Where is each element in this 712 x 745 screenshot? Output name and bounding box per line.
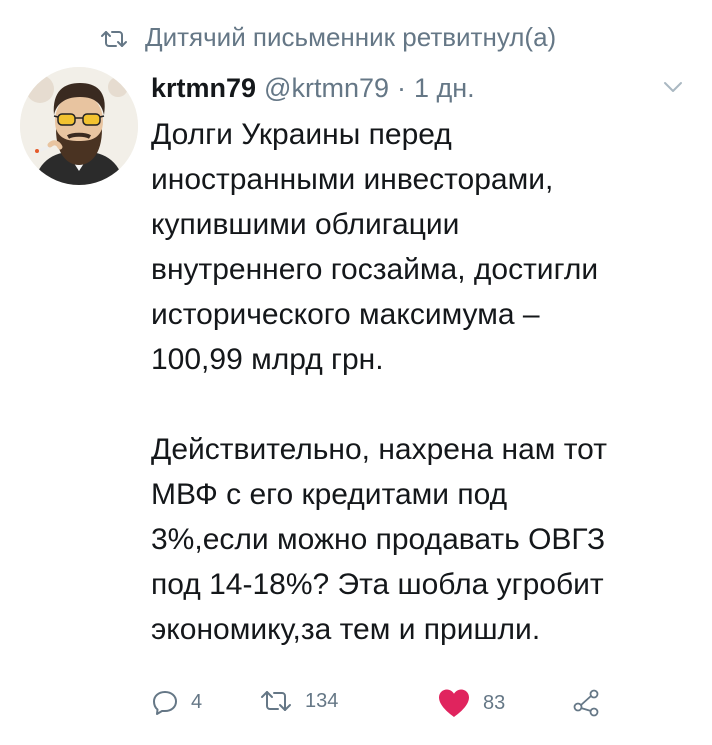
reply-count: 4 <box>191 690 203 713</box>
tweet-text: Долги Украины перед иностранными инвесто… <box>151 112 691 652</box>
retweet-count: 134 <box>305 689 339 712</box>
heart-icon <box>439 689 469 717</box>
avatar[interactable] <box>20 67 138 185</box>
retweet-button[interactable]: 134 <box>259 688 338 714</box>
tweet-header: krtmn79 @krtmn79 · 1 дн. <box>151 71 475 105</box>
tweet-paragraph: Действительно, нахрена нам тот МВФ с его… <box>151 433 607 646</box>
share-button[interactable] <box>571 688 613 718</box>
retweet-context-text: Дитячий письменник ретвитнул(а) <box>145 22 557 52</box>
tweet-paragraph: Долги Украины перед иностранными инвесто… <box>151 118 599 376</box>
author-name[interactable]: krtmn79 <box>151 71 256 105</box>
chevron-down-icon[interactable] <box>662 80 684 94</box>
separator-dot: · <box>397 73 406 103</box>
bearded-man-sunglasses-avatar <box>20 67 138 185</box>
share-icon <box>573 689 599 717</box>
tweet-timestamp[interactable]: 1 дн. <box>414 71 475 105</box>
tweet-actions: 4 134 83 <box>151 688 651 718</box>
author-handle[interactable]: @krtmn79 <box>264 71 389 105</box>
reply-icon <box>153 691 177 715</box>
retweet-icon <box>99 26 129 48</box>
like-button[interactable]: 83 <box>437 688 505 718</box>
retweet-context[interactable]: Дитячий письменник ретвитнул(а) <box>99 22 556 52</box>
retweet-icon <box>261 691 291 711</box>
reply-button[interactable]: 4 <box>151 688 202 716</box>
like-count: 83 <box>483 691 506 714</box>
